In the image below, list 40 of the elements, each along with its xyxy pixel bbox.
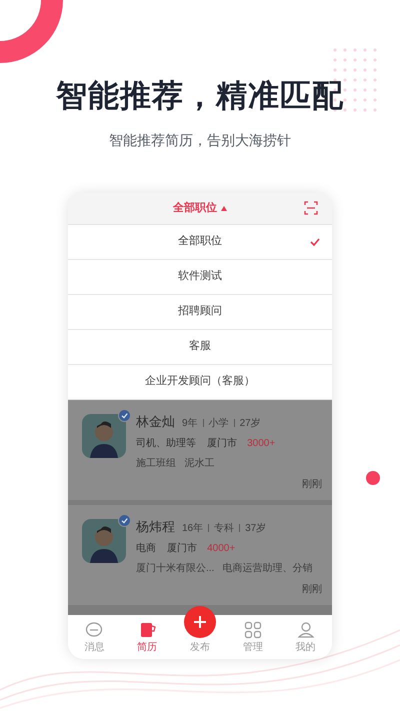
- candidate-detail: 专科: [214, 522, 234, 536]
- candidate-name: 杨炜程: [136, 518, 175, 536]
- update-time: 刚刚: [302, 478, 322, 492]
- headline: 智能推荐，精准匹配: [56, 77, 344, 115]
- avatar: [82, 414, 126, 458]
- candidate-detail: 16年: [182, 522, 204, 536]
- document-icon: [138, 620, 156, 638]
- candidate-detail: 9年: [182, 416, 198, 430]
- scan-icon[interactable]: [304, 201, 318, 215]
- candidate-detail: 37岁: [245, 522, 266, 536]
- chat-bubble-icon: [85, 620, 104, 638]
- checkmark-icon: [310, 238, 320, 246]
- dropdown-option[interactable]: 全部职位: [68, 224, 332, 260]
- update-time: 刚刚: [302, 582, 322, 596]
- tab-item[interactable]: 消息: [74, 620, 114, 654]
- dropdown-option[interactable]: 客服: [68, 330, 332, 364]
- tab-item[interactable]: 我的: [286, 620, 326, 654]
- job-tags: 电商 厦门市: [136, 541, 198, 556]
- grid-icon: [244, 620, 262, 638]
- salary: 4000+: [207, 542, 236, 556]
- tab-item[interactable]: 发布: [180, 606, 220, 654]
- caret-up-icon: [221, 206, 227, 210]
- candidate-name: 林金灿: [136, 412, 175, 430]
- work-experience: 施工班组 泥水工: [136, 456, 216, 471]
- candidate-card[interactable]: 林金灿 9年 小学 27岁 司机、助理等 厦门市 3000+ 施工班组 泥水工 刚刚: [68, 400, 332, 500]
- dot-decoration: [366, 471, 380, 485]
- filter-dropdown[interactable]: 全部职位: [173, 200, 227, 216]
- dropdown-option[interactable]: 招聘顾问: [68, 294, 332, 330]
- work-experience: 厦门十米有限公... 电商运营助理、分销: [136, 562, 314, 576]
- avatar: [82, 518, 126, 562]
- subheadline: 智能推荐简历，告别大海捞针: [109, 130, 291, 150]
- job-tags: 司机、助理等 厦门市: [136, 436, 238, 451]
- person-icon: [296, 620, 315, 638]
- candidate-detail: 27岁: [240, 416, 261, 430]
- dropdown-option[interactable]: 软件测试: [68, 260, 332, 294]
- candidate-card[interactable]: 杨炜程 16年 专科 37岁 电商 厦门市 4000+ 厦门十米有限公... 电商运营助理、分销 刚刚: [68, 504, 332, 604]
- tab-item[interactable]: 简历: [127, 620, 168, 654]
- tab-item[interactable]: 管理: [232, 620, 273, 654]
- candidate-detail: 小学: [208, 416, 229, 430]
- salary: 3000+: [247, 437, 276, 451]
